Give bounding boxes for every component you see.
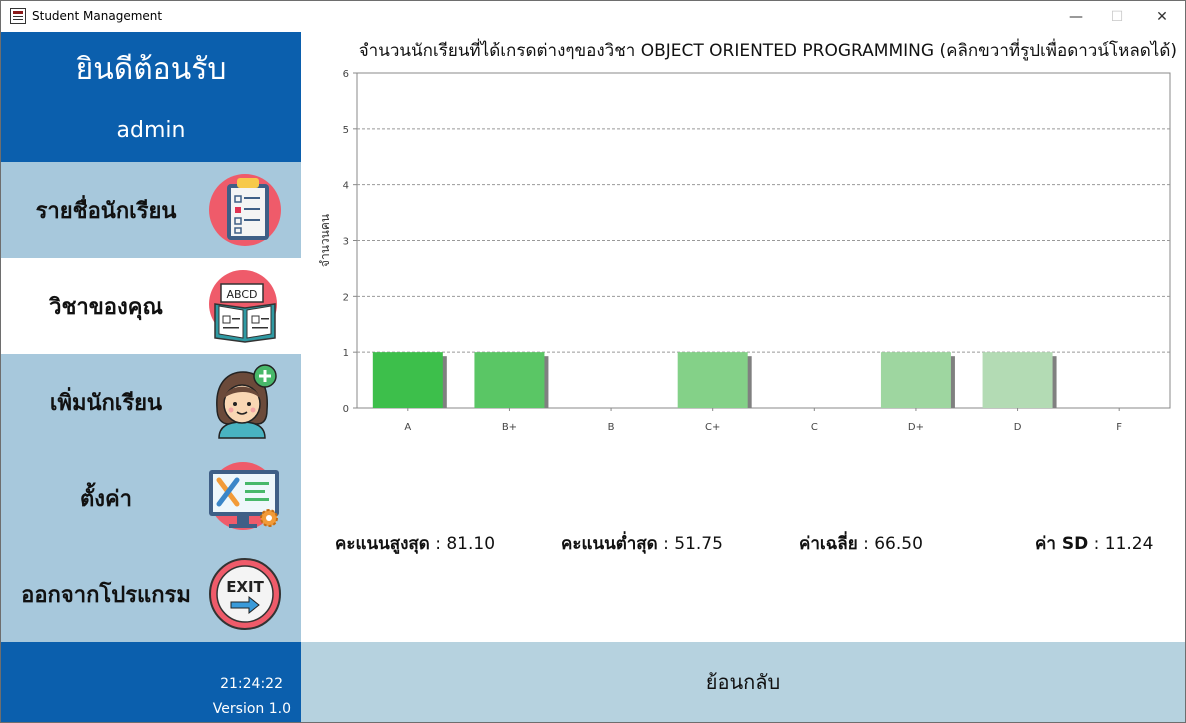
welcome-panel: ยินดีต้อนรับ admin — [1, 32, 301, 162]
x-tick-label: F — [1116, 422, 1122, 433]
open-book-abcd-icon: ABCD — [209, 270, 277, 343]
stat-sd: ค่า SD : 11.24 — [1035, 534, 1154, 554]
svg-text:ABCD: ABCD — [226, 288, 257, 301]
settings-tools-icon — [209, 462, 279, 530]
stat-sd-label: ค่า SD — [1035, 534, 1089, 554]
sidebar-item-add-student[interactable]: เพิ่มนักเรียน — [1, 354, 301, 450]
y-tick-label: 2 — [343, 292, 349, 303]
sidebar-item-label: ออกจากโปรแกรม — [21, 582, 191, 608]
stat-max-label: คะแนนสูงสุด — [335, 534, 430, 554]
stat-mean: ค่าเฉลี่ย : 66.50 — [799, 534, 923, 554]
version-label: Version 1.0 — [212, 701, 291, 717]
stat-min-label: คะแนนต่ำสุด — [561, 534, 658, 554]
sidebar-item-student-list[interactable]: รายชื่อนักเรียน — [1, 162, 301, 258]
y-tick-label: 1 — [343, 348, 349, 359]
y-tick-label: 5 — [343, 125, 349, 136]
grade-bar-chart[interactable]: 0 1 2 3 4 5 6 จำนวนคน A B+ B C+ C D+ D F — [301, 62, 1185, 442]
sidebar-item-settings[interactable]: ตั้งค่า — [1, 450, 301, 546]
bar-A — [372, 352, 443, 408]
sidebar-item-exit[interactable]: ออกจากโปรแกรม EXIT — [1, 546, 301, 642]
clock-label: 21:24:22 — [220, 676, 283, 692]
bar-B+ — [474, 352, 545, 408]
x-tick-label: B — [608, 422, 615, 433]
sidebar: ยินดีต้อนรับ admin รายชื่อนักเรียน วิชาข… — [1, 32, 301, 722]
y-tick-label: 4 — [343, 181, 349, 192]
chart-title: จำนวนนักเรียนที่ได้เกรดต่างๆของวิชา OBJE… — [358, 41, 1177, 61]
y-tick-label: 3 — [343, 237, 349, 248]
clipboard-checklist-icon — [209, 174, 281, 246]
x-tick-label: D — [1014, 422, 1022, 433]
app-window: Student Management — ☐ ✕ ยินดีต้อนรับ ad… — [0, 0, 1186, 723]
back-button[interactable]: ย้อนกลับ — [301, 642, 1185, 722]
main-panel: จำนวนนักเรียนที่ได้เกรดต่างๆของวิชา OBJE… — [301, 32, 1185, 722]
bar-D — [982, 352, 1053, 408]
stat-min: คะแนนต่ำสุด : 51.75 — [561, 534, 723, 554]
sidebar-footer: 21:24:22 Version 1.0 — [1, 642, 301, 722]
close-button[interactable]: ✕ — [1139, 1, 1185, 32]
x-tick-label: C+ — [705, 422, 720, 433]
bar-D+ — [880, 352, 951, 408]
maximize-button: ☐ — [1110, 8, 1124, 25]
stat-mean-label: ค่าเฉลี่ย — [799, 534, 858, 554]
sidebar-item-label: วิชาของคุณ — [49, 294, 163, 320]
add-student-icon — [216, 364, 277, 439]
title-bar[interactable]: Student Management — ☐ ✕ — [1, 1, 1185, 32]
x-tick-label: D+ — [908, 422, 924, 433]
window-title: Student Management — [32, 9, 163, 23]
stat-max-value: 81.10 — [446, 534, 496, 554]
y-axis-label: จำนวนคน — [318, 214, 332, 267]
sidebar-item-label: รายชื่อนักเรียน — [35, 198, 177, 224]
bar-C+ — [677, 352, 748, 408]
x-tick-label: C — [811, 422, 818, 433]
username-label: admin — [116, 118, 186, 143]
sidebar-item-label: ตั้งค่า — [79, 486, 133, 512]
x-tick-label: A — [404, 422, 411, 433]
stat-sd-value: 11.24 — [1104, 534, 1154, 554]
stat-mean-value: 66.50 — [874, 534, 923, 554]
y-tick-label: 0 — [343, 404, 349, 415]
app-icon — [10, 8, 26, 24]
stats-row: คะแนนสูงสุด : 81.10 คะแนนต่ำสุด : 51.75 … — [301, 530, 1185, 560]
minimize-button[interactable]: — — [1053, 1, 1099, 32]
stat-max: คะแนนสูงสุด : 81.10 — [335, 534, 496, 554]
sidebar-item-label: เพิ่มนักเรียน — [49, 390, 163, 416]
svg-text:EXIT: EXIT — [226, 578, 264, 596]
x-tick-label: B+ — [502, 422, 517, 433]
y-tick-label: 6 — [343, 69, 349, 80]
welcome-title: ยินดีต้อนรับ — [75, 52, 227, 87]
stat-min-value: 51.75 — [674, 534, 723, 554]
exit-sign-icon: EXIT — [209, 558, 281, 630]
sidebar-item-your-subjects[interactable]: วิชาของคุณ ABCD — [1, 258, 301, 354]
